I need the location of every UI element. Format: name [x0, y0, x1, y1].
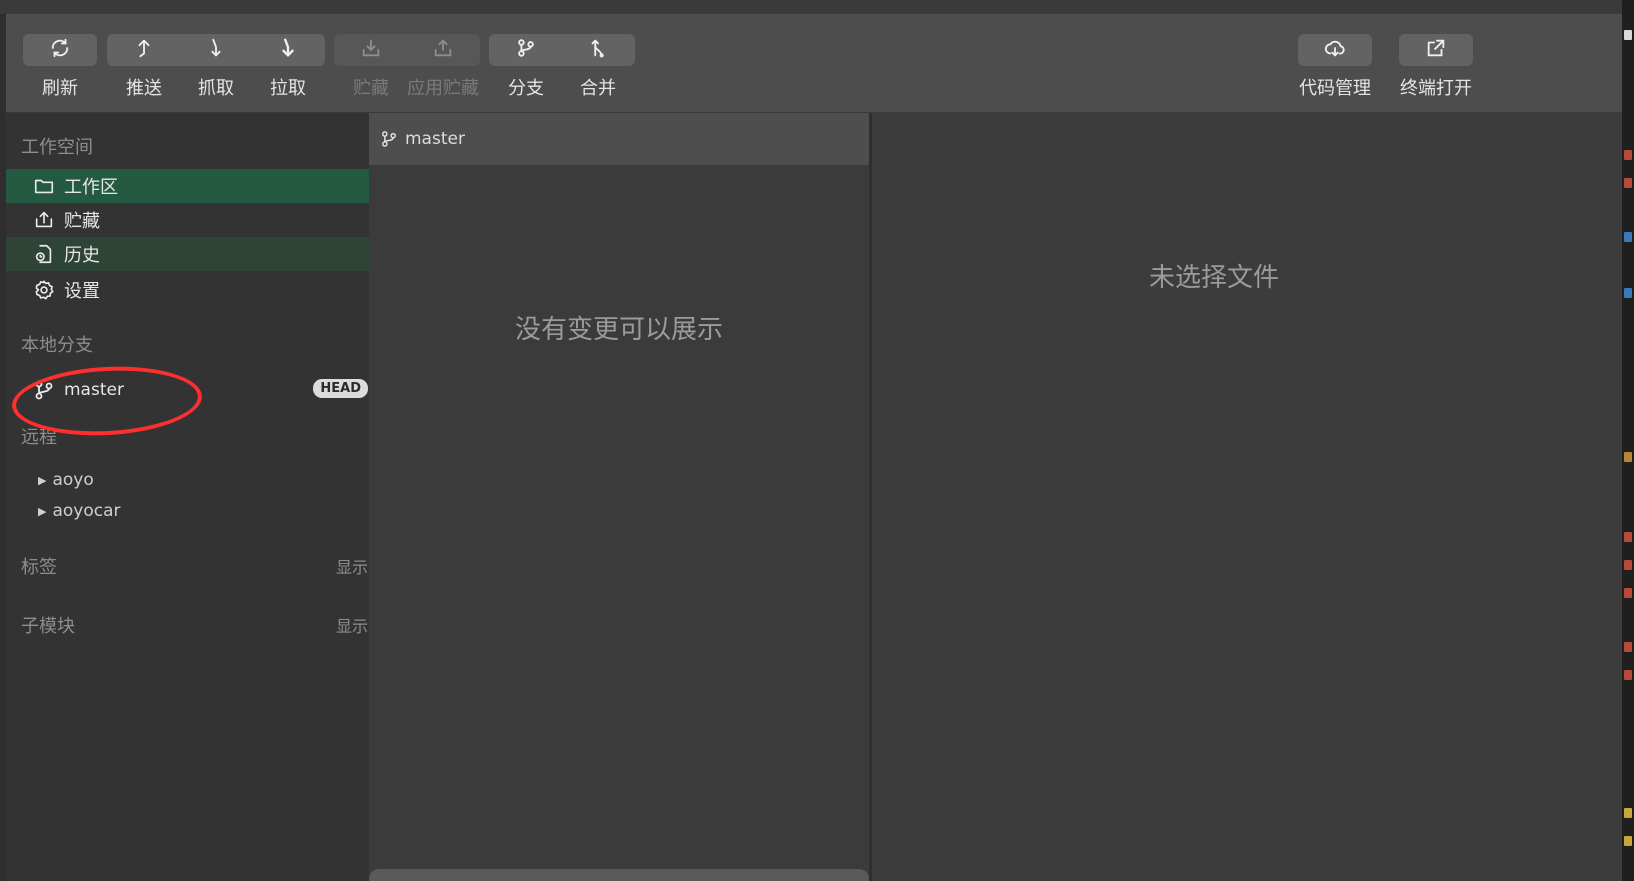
- diff-panel: 未选择文件: [872, 113, 1622, 881]
- merge-icon: [587, 37, 609, 63]
- merge-button[interactable]: 合并: [561, 34, 635, 110]
- branch-icon: [515, 37, 537, 63]
- no-changes-message: 没有变更可以展示: [514, 315, 723, 345]
- branch-name: master: [64, 380, 124, 400]
- remote-name: aoyocar: [52, 501, 121, 521]
- fetch-icon: [205, 37, 227, 63]
- stash-icon: [360, 37, 382, 63]
- sidebar-item-label: 工作区: [64, 177, 118, 198]
- apply-stash-icon: [432, 37, 454, 63]
- refresh-label: 刷新: [42, 78, 78, 99]
- merge-label: 合并: [580, 78, 616, 99]
- refresh-button[interactable]: 刷新: [23, 34, 97, 110]
- remote-item-aoyocar[interactable]: ▶ aoyocar: [38, 501, 121, 521]
- git-client-window: 刷新 推送 抓取 拉取 贮藏 应用贮藏 分支 合并 代码管理 终端打开 工作空间…: [6, 14, 1622, 881]
- window-top-strip: [0, 0, 1634, 14]
- sidebar: 工作空间 工作区 贮藏 历史 设置 本地分支 master HEAD 远程 ▶ …: [6, 113, 382, 881]
- submodules-show-button[interactable]: 显示: [336, 613, 368, 637]
- folder-icon: [32, 174, 56, 198]
- sidebar-item-label: 历史: [64, 245, 100, 266]
- history-icon: [32, 242, 56, 266]
- sidebar-item-settings[interactable]: 设置: [6, 273, 382, 307]
- tags-section-title: 标签: [21, 557, 57, 578]
- pull-label: 拉取: [270, 78, 306, 99]
- head-badge: HEAD: [313, 379, 368, 398]
- pull-icon: [277, 37, 299, 63]
- stash-icon: [32, 208, 56, 232]
- horizontal-scrollbar[interactable]: [369, 869, 869, 881]
- code-management-label: 代码管理: [1299, 78, 1371, 99]
- sidebar-item-label: 贮藏: [64, 211, 100, 232]
- pull-button[interactable]: 拉取: [251, 34, 325, 110]
- tags-show-button[interactable]: 显示: [336, 554, 368, 578]
- current-branch-name: master: [405, 129, 465, 149]
- local-branch-item[interactable]: master HEAD: [6, 373, 382, 407]
- expand-triangle-icon[interactable]: ▶: [38, 474, 46, 487]
- code-management-button[interactable]: 代码管理: [1298, 34, 1372, 110]
- push-icon: [133, 37, 155, 63]
- background-editor-strip: [1622, 0, 1634, 881]
- sidebar-item-workspace[interactable]: 工作区: [6, 169, 382, 203]
- sidebar-item-label: 设置: [64, 281, 100, 302]
- workspace-section-title: 工作空间: [21, 137, 93, 158]
- changes-panel: master 没有变更可以展示: [369, 113, 869, 881]
- remote-section-title: 远程: [21, 427, 57, 448]
- branch-icon: [379, 129, 399, 149]
- remote-name: aoyo: [52, 470, 94, 490]
- apply-stash-button[interactable]: 应用贮藏: [406, 34, 480, 110]
- sidebar-item-stash[interactable]: 贮藏: [6, 203, 382, 237]
- expand-triangle-icon[interactable]: ▶: [38, 505, 46, 518]
- cloud-sync-icon: [1324, 37, 1346, 63]
- open-terminal-button[interactable]: 终端打开: [1399, 34, 1473, 110]
- no-file-selected-message: 未选择文件: [1148, 263, 1279, 293]
- branch-icon: [32, 378, 56, 402]
- open-terminal-label: 终端打开: [1400, 78, 1472, 99]
- external-link-icon: [1425, 37, 1447, 63]
- remote-item-aoyo[interactable]: ▶ aoyo: [38, 470, 94, 490]
- gear-icon: [32, 278, 56, 302]
- toolbar: 刷新 推送 抓取 拉取 贮藏 应用贮藏 分支 合并 代码管理 终端打开: [6, 14, 1622, 113]
- apply-stash-label: 应用贮藏: [407, 78, 479, 99]
- submodules-section-title: 子模块: [21, 616, 75, 637]
- refresh-icon: [49, 37, 71, 63]
- sidebar-item-history[interactable]: 历史: [6, 237, 382, 271]
- changes-panel-header: master: [369, 113, 869, 165]
- local-branches-section-title: 本地分支: [21, 335, 93, 356]
